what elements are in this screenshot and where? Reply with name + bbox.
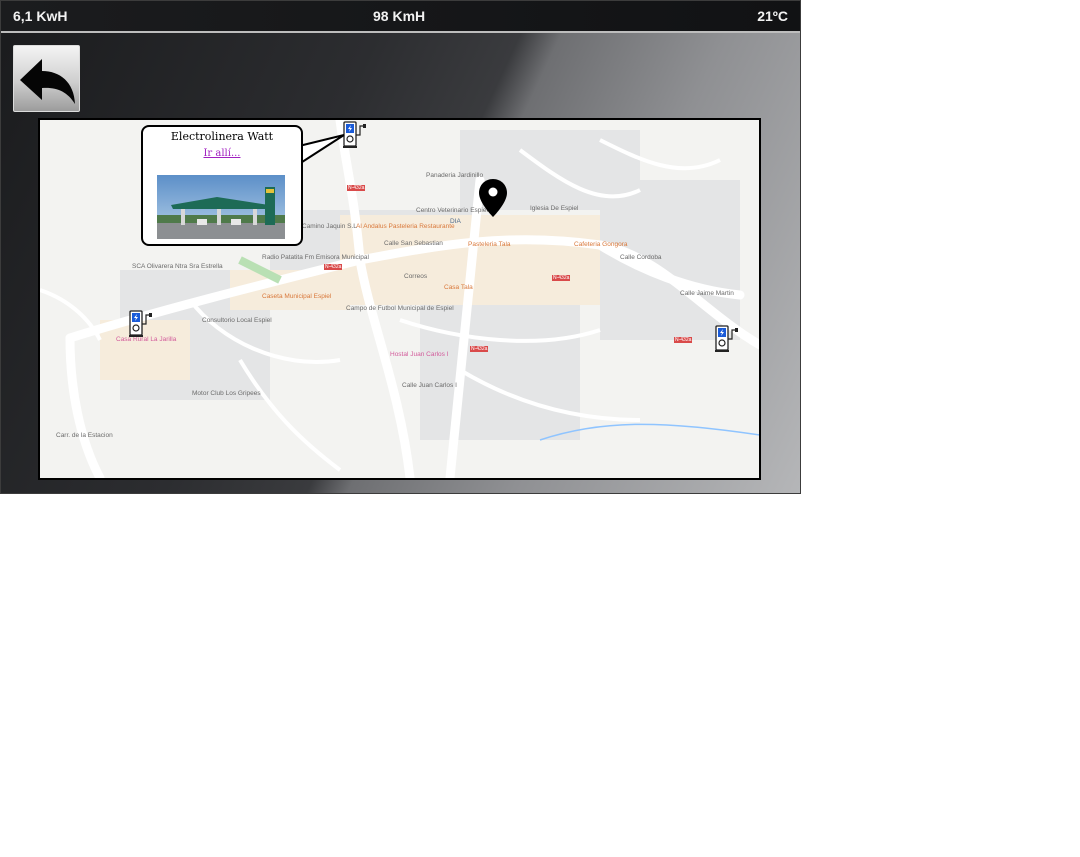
station-popup: Electrolinera Watt Ir allí... — [141, 125, 303, 246]
map-label: Calle San Sebastian — [384, 240, 443, 247]
map-label: Calle Jaime Martin — [680, 290, 734, 297]
map-label: Motor Club Los Gripees — [192, 390, 261, 397]
map-label: Calle Juan Carlos I — [402, 382, 457, 389]
map-label: Casa Tala — [444, 284, 473, 291]
road-sign: N-432a — [674, 337, 693, 343]
popup-title: Electrolinera Watt — [170, 130, 274, 143]
map-label: Caseta Municipal Espiel — [262, 293, 332, 300]
road-sign: N-432a — [347, 185, 366, 191]
temperature-readout: 21ºC — [757, 8, 788, 24]
popup-navigate-link[interactable]: Ir allí... — [203, 148, 240, 159]
energy-readout: 6,1 KwH — [13, 8, 68, 24]
map-label: Hostal Juan Carlos I — [390, 351, 449, 358]
speed-readout: 98 KmH — [373, 8, 426, 24]
back-arrow-icon — [20, 59, 75, 104]
app-window: 6,1 KwH 98 KmH 21ºC Centro Veterinario E… — [0, 0, 801, 494]
map-label: SCA Olivarera Ntra Sra Estrella — [132, 263, 223, 270]
map-label: Pasteleria Tala — [468, 241, 511, 248]
map-label: Cafeteria Gongora — [574, 241, 628, 248]
back-button[interactable] — [13, 45, 80, 112]
map-label: Carr. de la Estacion — [56, 432, 113, 439]
map-label: Radio Patatita Fm Emisora Municipal — [262, 254, 369, 261]
road-sign: N-432a — [324, 264, 343, 270]
road-sign: N-432a — [552, 275, 571, 281]
map-label: Calle Cordoba — [620, 254, 662, 261]
status-bar: 6,1 KwH 98 KmH 21ºC — [1, 1, 800, 33]
map-view[interactable]: Centro Veterinario Espiel DIA Iglesia De… — [38, 118, 761, 480]
location-pin-icon[interactable] — [478, 178, 508, 218]
map-label: Campo de Futbol Municipal de Espiel — [346, 305, 454, 312]
map-label: Al Andalus Pasteleria Restaurante — [356, 223, 455, 230]
map-label: Camino Jaquin S.L — [302, 223, 357, 230]
station-photo — [157, 175, 285, 239]
charging-station-icon[interactable] — [128, 310, 154, 338]
popup-pointer — [298, 134, 345, 166]
map-label: Panaderia Jardinillo — [426, 172, 484, 179]
map-label: Iglesia De Espiel — [530, 205, 579, 212]
charging-station-icon[interactable] — [714, 325, 740, 353]
road-sign: N-432a — [470, 346, 489, 352]
map-label: Consultorio Local Espiel — [202, 317, 272, 324]
map-label: Correos — [404, 273, 428, 280]
